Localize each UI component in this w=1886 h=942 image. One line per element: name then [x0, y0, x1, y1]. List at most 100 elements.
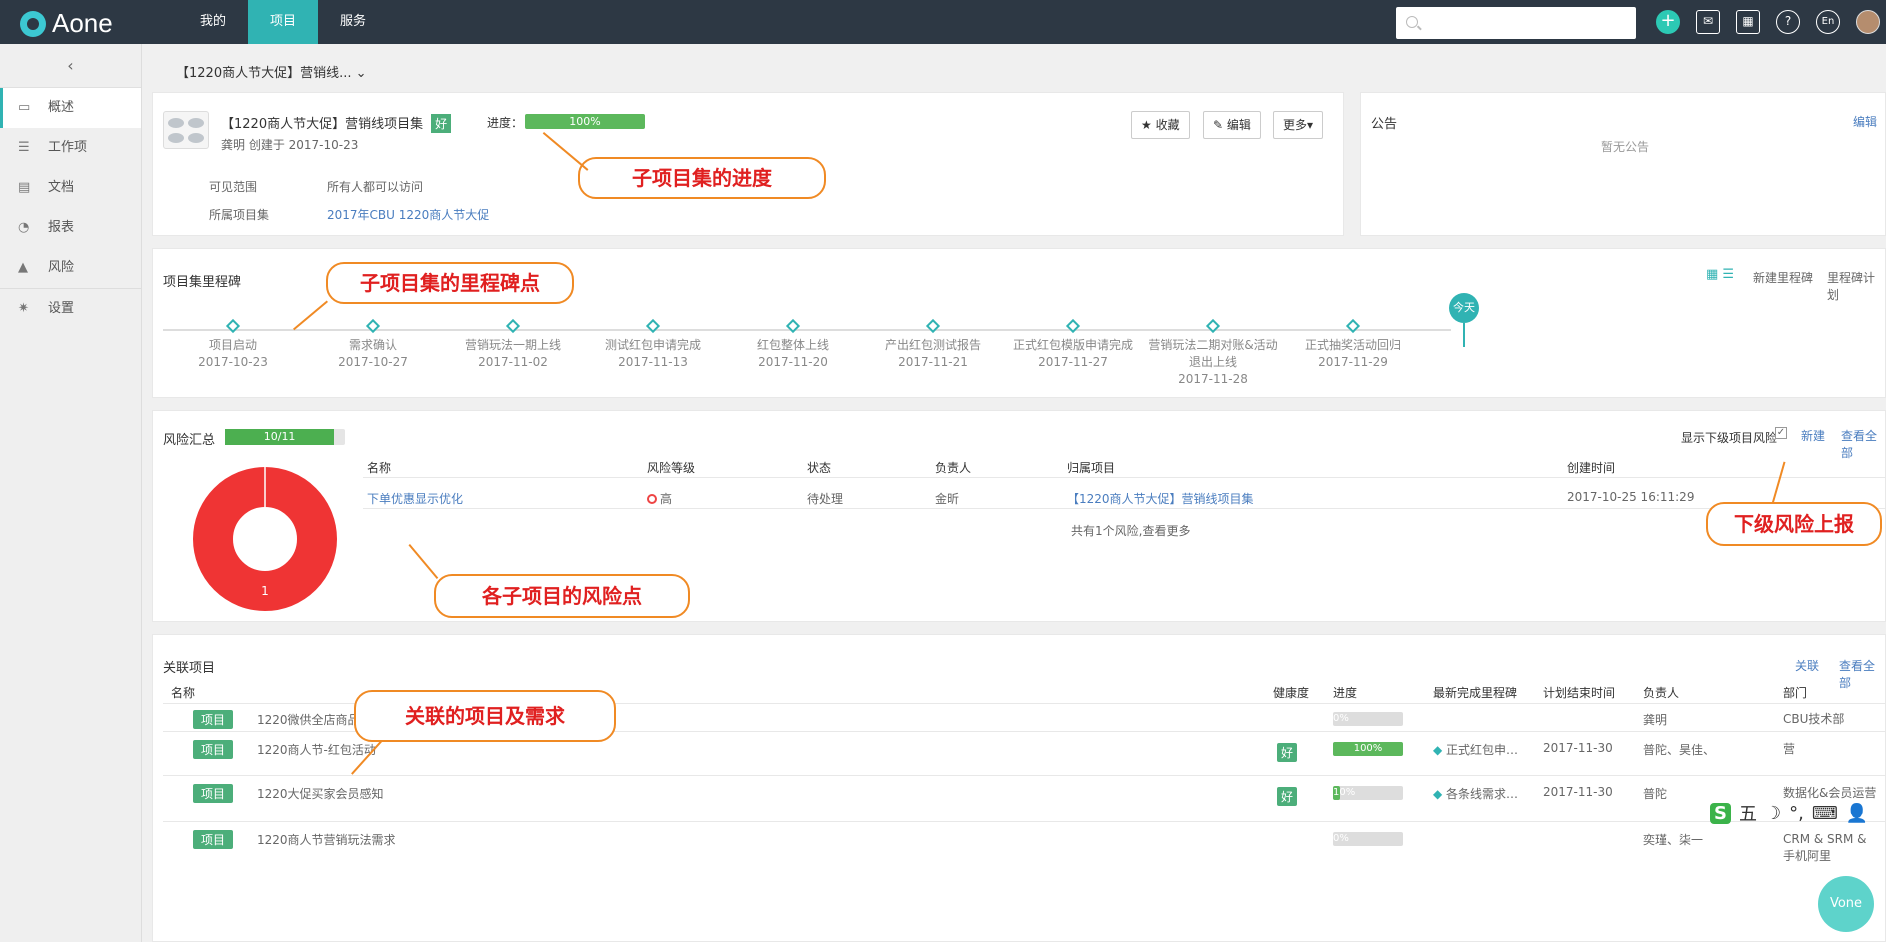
- milestone-plan-link[interactable]: 里程碑计划: [1827, 269, 1885, 303]
- risk-name[interactable]: 下单优惠显示优化: [367, 490, 463, 507]
- ime-toolbar: S 五 ☽ °, ⌨ 👤: [1710, 800, 1868, 826]
- related-dept: CRM & SRM & 手机阿里: [1783, 832, 1867, 863]
- show-sub-risk-checkbox[interactable]: ✓: [1775, 427, 1787, 439]
- milestone-check-icon: [1065, 318, 1081, 334]
- related-owner: 奕瑾、柒一: [1643, 833, 1704, 847]
- milestone-item[interactable]: 红包整体上线 2017-11-20: [723, 318, 863, 371]
- edit-button[interactable]: ✎ 编辑: [1203, 111, 1261, 139]
- milestone-check-icon: [1345, 318, 1361, 334]
- show-sub-risk-label: 显示下级项目风险: [1681, 431, 1778, 445]
- milestone-name: 营销玩法二期对账&活动退出上线: [1148, 338, 1278, 369]
- qrcode-icon[interactable]: ▦: [1736, 10, 1760, 34]
- divider: [163, 775, 1886, 776]
- associate-link[interactable]: 关联: [1795, 657, 1819, 674]
- related-progress-bar: 100%: [1333, 742, 1403, 756]
- parent-link[interactable]: 2017年CBU 1220商人节大促: [327, 206, 489, 223]
- ime-moon-icon[interactable]: ☽: [1765, 803, 1781, 824]
- search-input[interactable]: [1396, 7, 1636, 39]
- parent-row: 所属项目集 2017年CBU 1220商人节大促: [209, 206, 489, 223]
- project-progress-bar: 100%: [525, 114, 645, 129]
- aone-logo[interactable]: Aone: [20, 8, 113, 39]
- risk-level: 高: [647, 490, 672, 507]
- today-marker: 今天: [1449, 293, 1479, 323]
- sidebar-item-reports[interactable]: ◔ 报表: [0, 208, 141, 248]
- related-project-name[interactable]: 1220商人节-红包活动: [257, 741, 376, 758]
- plus-icon[interactable]: +: [1656, 10, 1680, 34]
- milestone-check-icon: ◆: [1433, 743, 1447, 757]
- sidebar-item-label: 概述: [48, 100, 75, 115]
- milestone-item[interactable]: 营销玩法二期对账&活动退出上线 2017-11-28: [1143, 318, 1283, 388]
- milestone-name: 产出红包测试报告: [884, 338, 981, 352]
- sidebar-item-label: 设置: [48, 301, 75, 316]
- workitem-icon: ☰: [18, 140, 30, 155]
- help-icon[interactable]: ?: [1776, 10, 1800, 34]
- sidebar: ‹ ▭ 概述 ☰ 工作项 ▤ 文档 ◔ 报表 ▲ 风险 ✷ 设置: [0, 44, 142, 942]
- ime-keyboard-icon[interactable]: ⌨: [1812, 803, 1838, 824]
- sidebar-item-overview[interactable]: ▭ 概述: [0, 88, 141, 128]
- project-title: 【1220商人节大促】营销线项目集好: [221, 113, 452, 133]
- risk-col-project: 归属项目: [1067, 461, 1116, 475]
- grid-view-icon[interactable]: ▦ ☰: [1706, 267, 1734, 282]
- milestone-item[interactable]: 测试红包申请完成 2017-11-13: [583, 318, 723, 371]
- related-col-end: 计划结束时间: [1543, 686, 1616, 700]
- milestone-name: 需求确认: [348, 338, 397, 352]
- related-milestone-text: 正式红包申…: [1446, 743, 1519, 757]
- risk-project[interactable]: 【1220商人节大促】营销线项目集: [1067, 490, 1254, 507]
- inbox-icon[interactable]: ✉: [1696, 10, 1720, 34]
- risk-footer-link[interactable]: 共有1个风险,查看更多: [1071, 522, 1190, 539]
- sidebar-item-label: 风险: [48, 260, 75, 275]
- milestone-date: 2017-11-20: [758, 355, 828, 369]
- vone-assistant-button[interactable]: Vone: [1818, 876, 1874, 932]
- new-milestone-link[interactable]: 新建里程碑: [1753, 269, 1813, 286]
- milestone-item[interactable]: 营销玩法一期上线 2017-11-02: [443, 318, 583, 371]
- nav-mine[interactable]: 我的: [178, 0, 248, 44]
- milestone-item[interactable]: 项目启动 2017-10-23: [163, 318, 303, 371]
- sidebar-item-label: 报表: [48, 220, 75, 235]
- logo-text: Aone: [52, 8, 113, 38]
- nav-project[interactable]: 项目: [248, 0, 318, 44]
- milestone-check-icon: ◆: [1433, 787, 1447, 801]
- more-button[interactable]: 更多▾: [1273, 111, 1324, 139]
- collapse-sidebar-button[interactable]: ‹: [0, 44, 141, 88]
- related-projects-card: 关联项目 关联 查看全部 名称 健康度 进度 最新完成里程碑 计划结束时间 负责…: [152, 634, 1886, 942]
- language-icon[interactable]: En: [1816, 10, 1840, 34]
- related-progress-bar: 10%: [1333, 786, 1403, 800]
- avatar[interactable]: [1856, 10, 1880, 34]
- visibility-value: 所有人都可以访问: [327, 180, 424, 194]
- milestone-date: 2017-11-29: [1318, 355, 1388, 369]
- milestone-item[interactable]: 需求确认 2017-10-27: [303, 318, 443, 371]
- milestone-item[interactable]: 正式抽奖活动回归 2017-11-29: [1283, 318, 1423, 371]
- new-risk-link[interactable]: 新建: [1801, 427, 1825, 444]
- sidebar-item-settings[interactable]: ✷ 设置: [0, 289, 141, 329]
- milestone-name: 测试红包申请完成: [604, 338, 701, 352]
- ime-wubi-icon[interactable]: 五: [1739, 800, 1757, 826]
- ime-logo-icon[interactable]: S: [1710, 802, 1731, 824]
- notice-title: 公告: [1371, 117, 1398, 132]
- ime-punct-icon[interactable]: °,: [1789, 803, 1804, 824]
- sidebar-item-workitems[interactable]: ☰ 工作项: [0, 128, 141, 168]
- breadcrumb[interactable]: 【1220商人节大促】营销线... ⌄: [176, 62, 367, 81]
- milestone-item[interactable]: 产出红包测试报告 2017-11-21: [863, 318, 1003, 371]
- ime-user-icon[interactable]: 👤: [1846, 803, 1868, 824]
- parent-label: 所属项目集: [209, 208, 270, 222]
- related-project-name[interactable]: 1220大促买家会员感知: [257, 785, 384, 802]
- risk-col-owner: 负责人: [935, 461, 972, 475]
- view-all-risk-link[interactable]: 查看全部: [1841, 427, 1885, 461]
- related-owner: 龚明: [1643, 713, 1668, 727]
- project-meta: 龚明 创建于 2017-10-23: [221, 138, 359, 152]
- sidebar-item-docs[interactable]: ▤ 文档: [0, 168, 141, 208]
- related-project-name[interactable]: 1220商人节营销玩法需求: [257, 831, 396, 848]
- notice-edit-link[interactable]: 编辑: [1853, 113, 1877, 130]
- main-content: 【1220商人节大促】营销线... ⌄ 【1220商人节大促】营销线项目集好 进…: [142, 44, 1886, 942]
- milestone-item[interactable]: 正式红包模版申请完成 2017-11-27: [1003, 318, 1143, 371]
- risk-owner: 金昕: [935, 492, 960, 506]
- project-type-tag: 项目: [193, 740, 234, 759]
- sidebar-item-risk[interactable]: ▲ 风险: [0, 248, 141, 288]
- risk-created: 2017-10-25 16:11:29: [1567, 490, 1695, 504]
- favorite-button[interactable]: ★ 收藏: [1131, 111, 1190, 139]
- related-col-progress: 进度: [1333, 686, 1358, 700]
- related-title: 关联项目: [163, 661, 216, 676]
- nav-service[interactable]: 服务: [318, 0, 388, 44]
- related-col-owner: 负责人: [1643, 686, 1680, 700]
- related-view-all-link[interactable]: 查看全部: [1839, 657, 1885, 691]
